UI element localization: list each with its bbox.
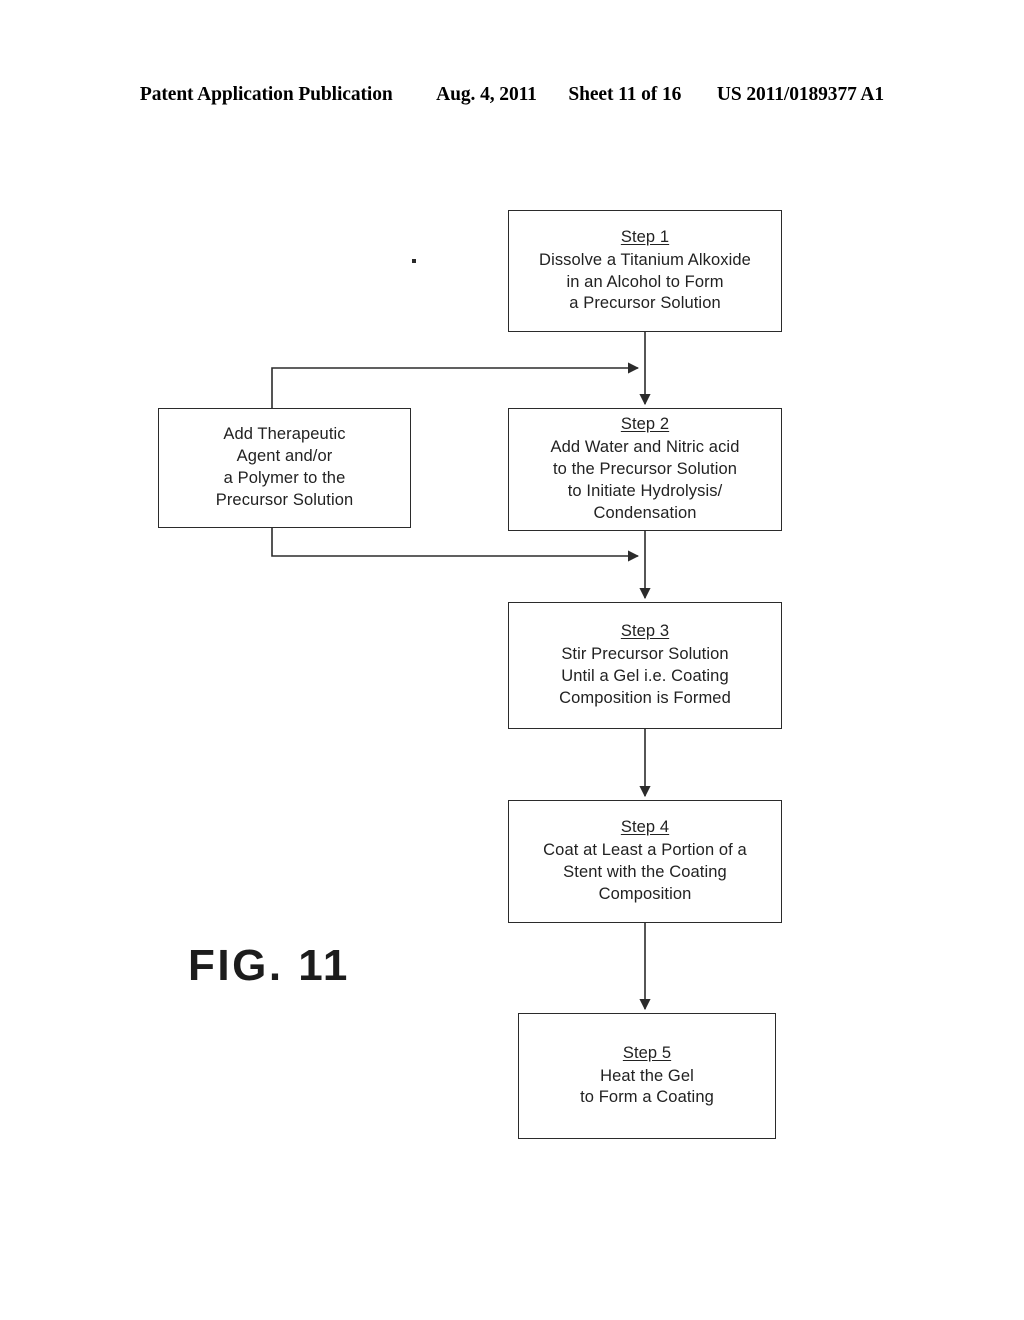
step5-title: Step 5 [622, 1043, 672, 1062]
scan-speck [412, 259, 416, 263]
step5-line-1: Heat the Gel [600, 1066, 694, 1085]
step3-line-2: Until a Gel i.e. Coating [561, 667, 729, 685]
step2-line-4: Condensation [593, 503, 697, 522]
step1-line-1: Dissolve a Titanium Alkoxide [539, 250, 751, 269]
step2-line-1: Add Water and Nitric acid [550, 438, 740, 457]
edge-side-to-step1-step2-line [271, 362, 640, 408]
step1-line-2: in an Alcohol to Form [566, 272, 724, 291]
edge-side-to-step2-step3-line [271, 528, 640, 562]
step4-title: Step 4 [620, 818, 670, 837]
step3-title: Step 3 [620, 622, 670, 641]
flow-node-step1: Step 1 Dissolve a Titanium Alkoxide in a… [508, 210, 782, 332]
step5-line-2: to Form a Coating [580, 1088, 714, 1107]
side-line-4: Precursor Solution [215, 490, 354, 509]
step4-line-2: Stent with the Coating [563, 863, 727, 881]
step1-title: Step 1 [620, 227, 670, 246]
side-line-3: a Polymer to the [223, 469, 346, 487]
side-line-2: Agent and/or [236, 447, 333, 466]
side-line-1: Add Therapeutic [223, 425, 346, 444]
flow-node-step2: Step 2 Add Water and Nitric acid to the … [508, 408, 782, 531]
flow-node-add-therapeutic-agent: Add Therapeutic Agent and/or a Polymer t… [158, 408, 411, 528]
step3-line-1: Stir Precursor Solution [561, 645, 729, 664]
step2-title: Step 2 [620, 415, 670, 434]
flowchart-figure: Step 1 Dissolve a Titanium Alkoxide in a… [0, 0, 1024, 1320]
flow-node-step3: Step 3 Stir Precursor Solution Until a G… [508, 602, 782, 729]
figure-label: FIG. 11 [188, 941, 350, 990]
step2-line-2: to the Precursor Solution [552, 460, 738, 479]
step1-line-3: a Precursor Solution [569, 294, 721, 313]
step2-line-3: to Initiate Hydrolysis/ [567, 481, 723, 500]
step3-line-3: Composition is Formed [559, 688, 731, 707]
step4-line-3: Composition [598, 884, 692, 903]
flow-node-step5: Step 5 Heat the Gel to Form a Coating [518, 1013, 776, 1139]
step4-line-1: Coat at Least a Portion of a [543, 841, 747, 860]
flow-node-step4: Step 4 Coat at Least a Portion of a Sten… [508, 800, 782, 923]
